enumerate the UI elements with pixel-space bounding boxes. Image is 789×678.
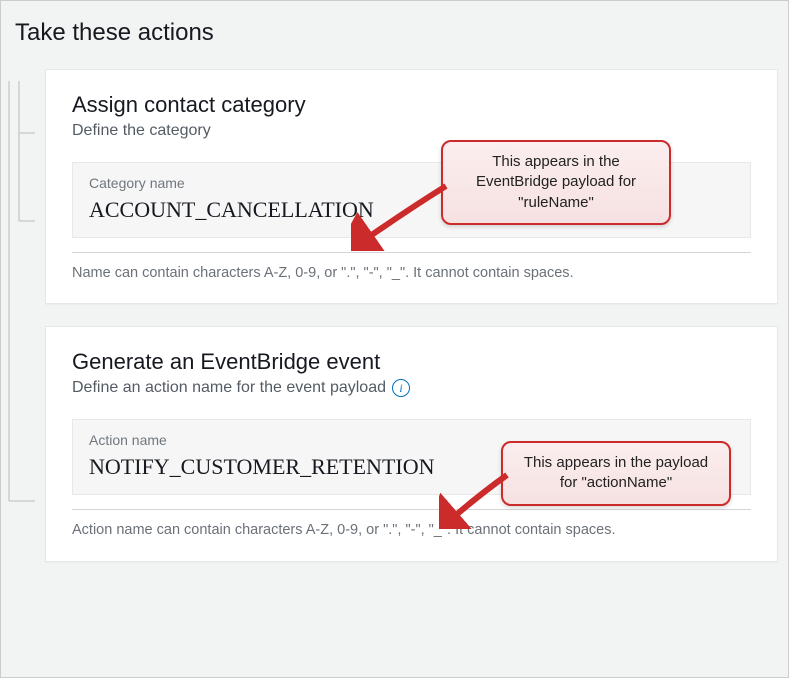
card-subtitle-text: Define the category	[72, 122, 211, 140]
callout-text: This appears in the EventBridge payload …	[476, 153, 636, 211]
callout-text: This appears in the payload for "actionN…	[524, 454, 708, 491]
divider	[72, 252, 751, 253]
category-helper-text: Name can contain characters A-Z, 0-9, or…	[72, 263, 751, 283]
action-helper-text: Action name can contain characters A-Z, …	[72, 520, 751, 540]
callout-actionname: This appears in the payload for "actionN…	[501, 441, 731, 506]
card-subtitle-text: Define an action name for the event payl…	[72, 379, 386, 397]
card-title: Generate an EventBridge event	[72, 349, 751, 375]
page-title: Take these actions	[15, 19, 778, 47]
tree-connector	[1, 81, 35, 641]
info-icon[interactable]: i	[392, 379, 410, 397]
callout-rulename: This appears in the EventBridge payload …	[441, 140, 671, 225]
card-title: Assign contact category	[72, 92, 751, 118]
card-subtitle: Define an action name for the event payl…	[72, 379, 751, 397]
divider	[72, 509, 751, 510]
card-subtitle: Define the category	[72, 122, 751, 140]
